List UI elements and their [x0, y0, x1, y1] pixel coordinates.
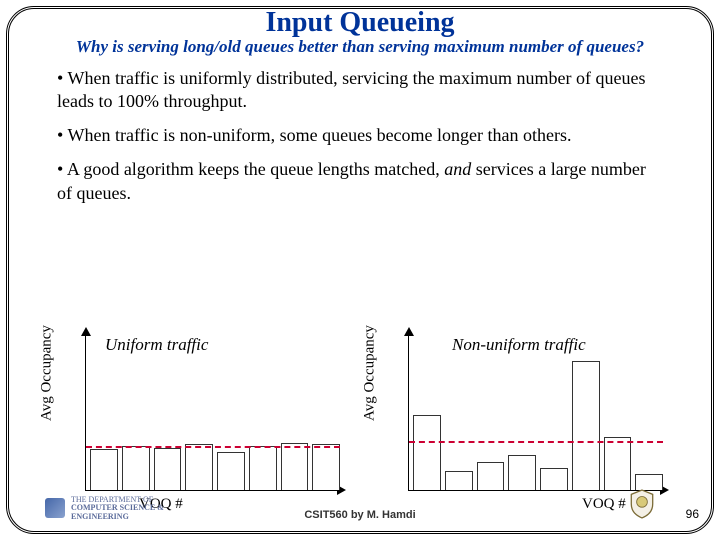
bar	[413, 415, 441, 490]
slide-body: • When traffic is uniformly distributed,…	[9, 57, 711, 206]
bar	[249, 446, 277, 490]
chart-uniform: Uniform traffic Avg Occupancy VOQ #	[49, 331, 348, 491]
bar	[635, 474, 663, 490]
bullet-2: • When traffic is non-uniform, some queu…	[57, 124, 663, 148]
bullet-italic: and	[444, 159, 471, 179]
chart-title: Non-uniform traffic	[452, 335, 586, 355]
bar	[217, 452, 245, 490]
plot-area	[408, 333, 663, 491]
bars-group	[409, 333, 663, 490]
university-crest-icon	[629, 489, 655, 519]
mean-line	[86, 446, 340, 448]
bar	[604, 437, 632, 490]
bar	[185, 444, 213, 490]
bar	[445, 471, 473, 490]
dept-logo-block: THE DEPARTMENT OF COMPUTER SCIENCE & ENG…	[45, 496, 164, 521]
bullet-prefix: •	[57, 68, 67, 88]
bullet-prefix: •	[57, 159, 67, 179]
slide-frame: Input Queueing Why is serving long/old q…	[6, 6, 714, 534]
footer-credit: CSIT560 by M. Hamdi	[304, 509, 415, 521]
x-axis-label: VOQ #	[582, 496, 626, 513]
slide-subtitle: Why is serving long/old queues better th…	[9, 37, 711, 57]
bullet-text: A good algorithm keeps the queue lengths…	[67, 159, 444, 179]
bullet-1: • When traffic is uniformly distributed,…	[57, 67, 663, 115]
bullet-3: • A good algorithm keeps the queue lengt…	[57, 158, 663, 206]
bullet-text: When traffic is uniformly distributed, s…	[57, 68, 646, 112]
bars-group	[86, 333, 340, 490]
y-axis-label: Avg Occupancy	[39, 325, 56, 421]
bar	[572, 361, 600, 490]
mean-line	[409, 441, 663, 443]
y-axis-label: Avg Occupancy	[362, 325, 379, 421]
bar	[154, 448, 182, 490]
charts-row: Uniform traffic Avg Occupancy VOQ # Non-…	[49, 331, 671, 491]
bar	[122, 446, 150, 490]
dept-line: ENGINEERING	[71, 513, 164, 521]
plot-area	[85, 333, 340, 491]
dept-crest-icon	[45, 498, 65, 518]
bar	[540, 468, 568, 490]
bar	[477, 462, 505, 490]
dept-text: THE DEPARTMENT OF COMPUTER SCIENCE & ENG…	[71, 496, 164, 521]
bar	[508, 455, 536, 490]
chart-nonuniform: Non-uniform traffic Avg Occupancy VOQ #	[372, 331, 671, 491]
bullet-prefix: •	[57, 125, 67, 145]
bar	[312, 444, 340, 490]
chart-title: Uniform traffic	[105, 335, 208, 355]
page-number: 96	[686, 507, 699, 521]
bar	[90, 449, 118, 490]
slide-title: Input Queueing	[9, 7, 711, 39]
bar	[281, 443, 309, 490]
bullet-text: When traffic is non-uniform, some queues…	[67, 125, 571, 145]
